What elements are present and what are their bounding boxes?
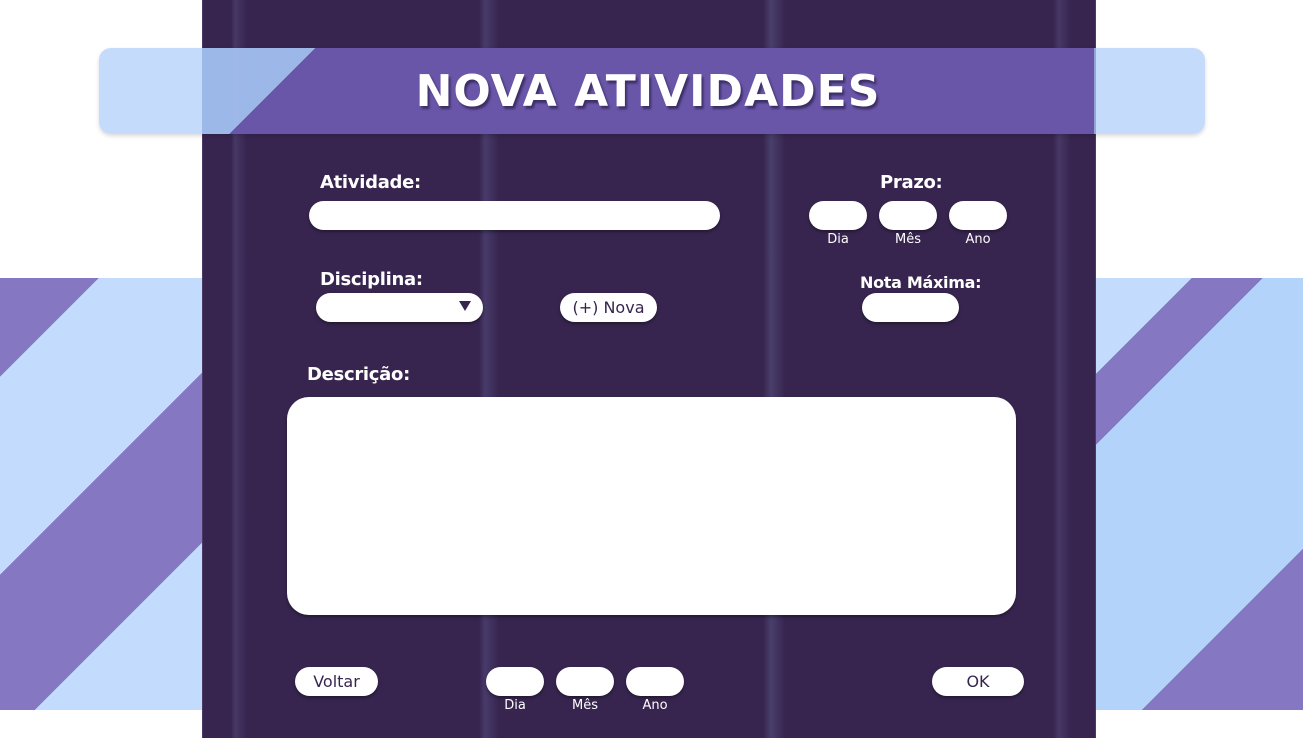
prazo-label: Prazo: <box>880 172 943 193</box>
atividade-input[interactable] <box>309 201 720 230</box>
footer-dia-input[interactable] <box>486 667 544 696</box>
disciplina-select[interactable] <box>316 293 483 322</box>
prazo-dia-input[interactable] <box>809 201 867 230</box>
nota-maxima-input[interactable] <box>862 293 959 322</box>
footer-dia-label: Dia <box>504 698 526 713</box>
footer-ano-input[interactable] <box>626 667 684 696</box>
prazo-ano-label: Ano <box>965 232 991 247</box>
footer-mes-input[interactable] <box>556 667 614 696</box>
voltar-button[interactable]: Voltar <box>295 667 378 696</box>
disciplina-label: Disciplina: <box>320 269 423 290</box>
prazo-ano-input[interactable] <box>949 201 1007 230</box>
footer-mes-label: Mês <box>572 698 598 713</box>
ok-button[interactable]: OK <box>932 667 1024 696</box>
page-title: NOVA ATIVIDADES <box>415 65 881 117</box>
prazo-mes-input[interactable] <box>879 201 937 230</box>
background-band-right <box>1093 278 1303 710</box>
chevron-down-icon <box>459 301 471 311</box>
descricao-label: Descrição: <box>307 364 410 385</box>
atividade-label: Atividade: <box>320 172 421 193</box>
prazo-mes-label: Mês <box>895 232 921 247</box>
prazo-dia-label: Dia <box>827 232 849 247</box>
nota-maxima-label: Nota Máxima: <box>860 273 982 292</box>
footer-ano-label: Ano <box>642 698 668 713</box>
descricao-textarea[interactable] <box>287 397 1016 615</box>
nova-disciplina-button[interactable]: (+) Nova <box>560 293 657 322</box>
